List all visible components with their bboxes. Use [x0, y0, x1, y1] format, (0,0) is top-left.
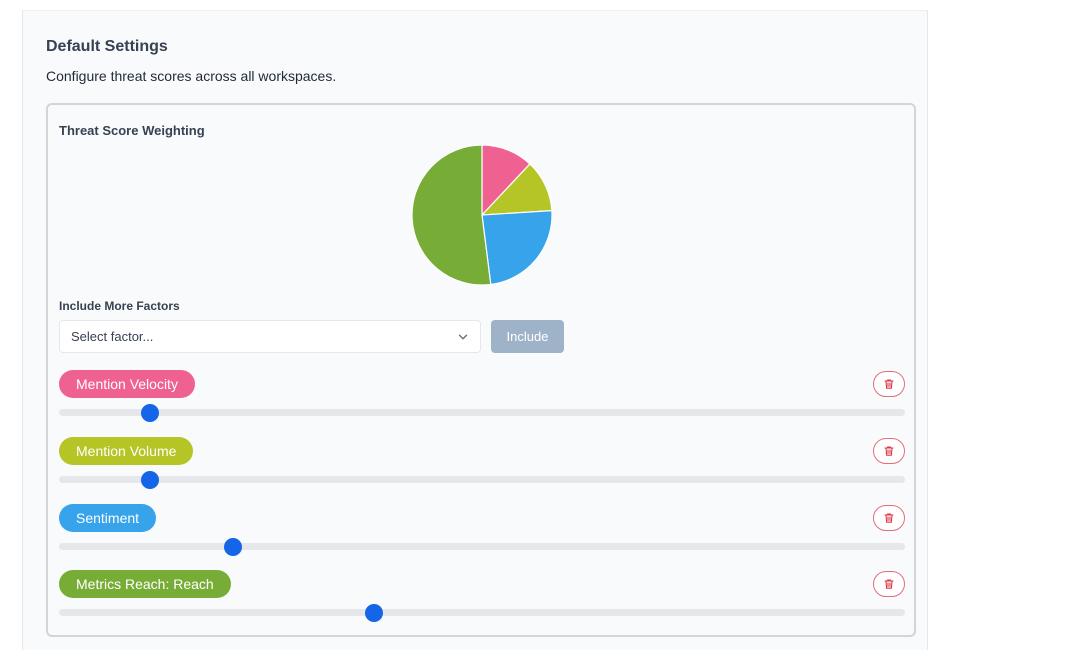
- factor-pill: Mention Volume: [59, 437, 194, 465]
- threat-score-card: Threat Score Weighting Include More Fact…: [46, 103, 916, 637]
- trash-icon: [884, 579, 894, 589]
- trash-icon: [884, 379, 894, 389]
- page-title: Default Settings: [46, 38, 168, 55]
- factor-select-placeholder: Select factor...: [71, 329, 154, 344]
- weight-slider-track[interactable]: [59, 603, 905, 622]
- include-button[interactable]: Include: [491, 320, 564, 353]
- factor-row-mention-volume: Mention Volume: [59, 437, 905, 497]
- pie-slice-sentiment: [481, 209, 553, 286]
- include-factors-label: Include More Factors: [59, 299, 180, 313]
- weight-slider-track[interactable]: [59, 403, 905, 422]
- weight-slider-thumb[interactable]: [224, 537, 243, 556]
- delete-factor-button[interactable]: [873, 505, 905, 531]
- factor-pill: Mention Velocity: [59, 370, 195, 398]
- factor-row-mention-velocity: Mention Velocity: [59, 370, 905, 430]
- factor-row-metrics-reach: Metrics Reach: Reach: [59, 570, 905, 630]
- factor-pill: Metrics Reach: Reach: [59, 570, 231, 598]
- weight-slider-thumb[interactable]: [364, 603, 383, 622]
- card-title: Threat Score Weighting: [59, 123, 205, 138]
- threat-score-pie-chart: [411, 144, 553, 286]
- factor-select[interactable]: Select factor...: [59, 320, 481, 353]
- factor-row-sentiment: Sentiment: [59, 504, 905, 564]
- delete-factor-button[interactable]: [873, 438, 905, 464]
- pie-slice-metrics-reach-reach: [411, 144, 492, 286]
- weight-slider-thumb[interactable]: [141, 470, 160, 489]
- settings-page: Default Settings Configure threat scores…: [22, 10, 928, 650]
- delete-factor-button[interactable]: [873, 371, 905, 397]
- factor-pill: Sentiment: [59, 504, 157, 532]
- chevron-down-icon: [458, 334, 468, 339]
- trash-icon: [884, 513, 894, 523]
- page-subtitle: Configure threat scores across all works…: [46, 68, 337, 84]
- weight-slider-track[interactable]: [59, 537, 905, 556]
- trash-icon: [884, 446, 894, 456]
- weight-slider-track[interactable]: [59, 470, 905, 489]
- delete-factor-button[interactable]: [873, 571, 905, 597]
- weight-slider-thumb[interactable]: [141, 403, 160, 422]
